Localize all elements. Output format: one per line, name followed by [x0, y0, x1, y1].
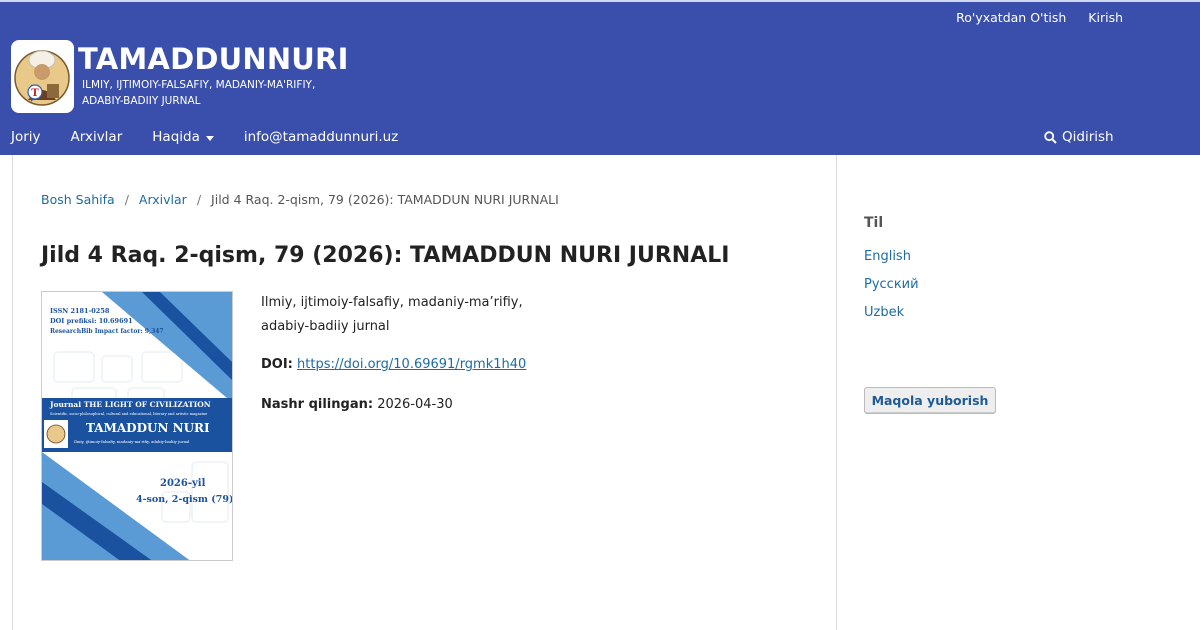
- language-uzbek[interactable]: Uzbek: [864, 304, 919, 321]
- language-russian[interactable]: Русский: [864, 276, 919, 293]
- subtitle-line-1: ILMIY, IJTIMOIY-FALSAFIY, MADANIY-MA'RIF…: [82, 79, 316, 91]
- search-icon: [1044, 130, 1057, 144]
- breadcrumb: Bosh Sahifa / Arxivlar / Jild 4 Raq. 2-q…: [41, 192, 559, 207]
- description-line-1: Ilmiy, ijtimoiy-falsafiy, madaniy-ma’rif…: [261, 295, 523, 310]
- logo-emblem-icon: T: [14, 50, 70, 106]
- nav-current[interactable]: Joriy: [11, 129, 41, 145]
- subtitle-line-2: ADABIY-BADIIY JURNAL: [82, 95, 201, 107]
- user-nav: Ro'yxatdan O'tish Kirish: [956, 10, 1123, 25]
- site-logo[interactable]: T: [11, 40, 74, 113]
- nav-archives[interactable]: Arxivlar: [71, 129, 123, 145]
- nav-email[interactable]: info@tamaddunnuri.uz: [244, 129, 398, 145]
- primary-nav: Joriy Arxivlar Haqida info@tamaddunnuri.…: [11, 129, 398, 145]
- cover-illustration: ISSN 2181-0258 DOI prefiksi: 10.69691 Re…: [42, 292, 233, 560]
- issue-cover-image[interactable]: ISSN 2181-0258 DOI prefiksi: 10.69691 Re…: [41, 291, 233, 561]
- published-label: Nashr qilingan:: [261, 397, 374, 412]
- published-date: 2026-04-30: [377, 397, 453, 412]
- issue-published: Nashr qilingan: 2026-04-30: [261, 397, 453, 412]
- language-english[interactable]: English: [864, 248, 919, 265]
- cover-issue: 4-son, 2-qism (79): [136, 494, 233, 505]
- issue-description: Ilmiy, ijtimoiy-falsafiy, madaniy-ma’rif…: [261, 291, 523, 339]
- language-list: English Русский Uzbek: [864, 248, 919, 321]
- cover-name: TAMADDUN NURI: [86, 421, 210, 435]
- main-content: Bosh Sahifa / Arxivlar / Jild 4 Raq. 2-q…: [12, 155, 837, 630]
- cover-issn: ISSN 2181-0258: [50, 307, 110, 315]
- cover-journal-line: Journal THE LIGHT OF CIVILIZATION: [49, 400, 211, 409]
- submit-article-button[interactable]: Maqola yuborish: [864, 387, 996, 414]
- breadcrumb-separator: /: [196, 192, 202, 207]
- search-label: Qidirish: [1062, 129, 1114, 145]
- cover-year: 2026-yil: [160, 478, 206, 489]
- site-subtitle: ILMIY, IJTIMOIY-FALSAFIY, MADANIY-MA'RIF…: [82, 77, 315, 109]
- breadcrumb-archives[interactable]: Arxivlar: [139, 192, 187, 207]
- cover-journal-subline: Scientific, socio-philosophical, cultura…: [50, 412, 207, 416]
- site-title[interactable]: TAMADDUNNURI: [78, 42, 349, 76]
- nav-about[interactable]: Haqida: [152, 129, 214, 145]
- caret-down-icon: [205, 135, 214, 141]
- doi-link[interactable]: https://doi.org/10.69691/rgmk1h40: [297, 357, 526, 372]
- register-link[interactable]: Ro'yxatdan O'tish: [956, 10, 1066, 25]
- breadcrumb-separator: /: [124, 192, 129, 207]
- cover-doi-prefix: DOI prefiksi: 10.69691: [50, 317, 133, 325]
- breadcrumb-current: Jild 4 Raq. 2-qism, 79 (2026): TAMADDUN …: [211, 192, 559, 207]
- cover-impact: ResearchBib Impact factor: 9,347: [50, 328, 164, 335]
- issue-title: Jild 4 Raq. 2-qism, 79 (2026): TAMADDUN …: [41, 243, 730, 268]
- svg-text:T: T: [31, 88, 39, 99]
- search-link[interactable]: Qidirish: [1044, 129, 1114, 145]
- login-link[interactable]: Kirish: [1088, 10, 1123, 25]
- description-line-2: adabiy-badiiy jurnal: [261, 319, 390, 334]
- cover-name-subline: Ilmiy, ijtimoiy-falsafiy, madaniy-ma'rif…: [74, 439, 190, 444]
- doi-label: DOI:: [261, 357, 293, 372]
- site-header: Ro'yxatdan O'tish Kirish T TAMADDUNNURI …: [0, 0, 1200, 155]
- issue-doi: DOI: https://doi.org/10.69691/rgmk1h40: [261, 357, 526, 372]
- breadcrumb-home[interactable]: Bosh Sahifa: [41, 192, 115, 207]
- nav-about-label: Haqida: [152, 129, 200, 145]
- language-title: Til: [864, 215, 884, 231]
